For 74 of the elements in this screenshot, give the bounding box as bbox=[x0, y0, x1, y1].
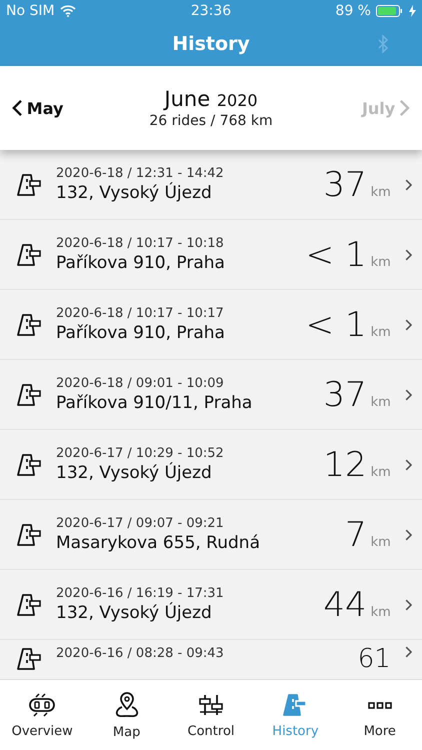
ride-distance: < 1 bbox=[306, 238, 367, 272]
tab-bar-item[interactable]: Map bbox=[84, 680, 169, 750]
ride-distance: 37 bbox=[323, 378, 367, 412]
ride-distance: < 1 bbox=[306, 308, 367, 342]
distance-unit: km bbox=[370, 324, 391, 340]
road-sign-icon bbox=[16, 242, 42, 268]
battery-icon bbox=[376, 5, 404, 17]
ride-distance: 61 bbox=[358, 646, 391, 672]
ride-time: 2020-6-18 / 10:17 - 10:17 bbox=[56, 306, 225, 321]
ride-row[interactable]: 2020-6-18 / 12:31 - 14:42 132, Vysoký Újezd 37 km bbox=[0, 150, 422, 220]
bluetooth-icon[interactable] bbox=[377, 34, 389, 54]
distance-unit: km bbox=[370, 184, 391, 200]
ride-place: Paříkova 910, Praha bbox=[56, 253, 226, 273]
ride-time: 2020-6-18 / 10:17 - 10:18 bbox=[56, 236, 225, 251]
ride-row[interactable]: 2020-6-18 / 10:17 - 10:18 Paříkova 910, Praha < 1 km bbox=[0, 220, 422, 290]
distance-unit: km bbox=[370, 394, 391, 410]
distance-unit: km bbox=[370, 254, 391, 270]
ride-distance: 7 bbox=[344, 518, 367, 552]
road-sign-icon bbox=[282, 692, 308, 718]
chevron-icon bbox=[404, 318, 412, 330]
chevron-icon bbox=[404, 178, 412, 190]
battery-percent: 89 % bbox=[335, 3, 371, 19]
chevron-icon bbox=[404, 646, 412, 658]
ride-distance: 37 bbox=[323, 168, 367, 202]
road-sign-icon bbox=[16, 452, 42, 478]
road-sign-icon bbox=[16, 312, 42, 338]
chevron-icon bbox=[404, 458, 412, 470]
charging-bolt-icon bbox=[408, 5, 416, 17]
ride-place: 132, Vysoký Újezd bbox=[56, 463, 213, 483]
ride-time: 2020-6-18 / 09:01 - 10:09 bbox=[56, 376, 225, 391]
ride-place: Masarykova 655, Rudná bbox=[56, 533, 261, 553]
ride-time: 2020-6-16 / 08:28 - 09:43 bbox=[56, 646, 225, 661]
distance-unit: km bbox=[370, 534, 391, 550]
ride-time: 2020-6-18 / 12:31 - 14:42 bbox=[56, 166, 225, 181]
ride-place: Paříkova 910/11, Praha bbox=[56, 393, 254, 413]
ride-row[interactable]: 2020-6-17 / 09:07 - 09:21 Masarykova 655, Rudná 7 km bbox=[0, 500, 422, 570]
chevron-icon bbox=[404, 598, 412, 610]
road-sign-icon bbox=[16, 646, 42, 672]
chevron-icon bbox=[399, 99, 410, 117]
ride-row[interactable]: 2020-6-16 / 16:19 - 17:31 132, Vysoký Újezd 44 km bbox=[0, 570, 422, 640]
chevron-icon bbox=[404, 388, 412, 400]
car-icon bbox=[27, 692, 58, 718]
carrier-label: No SIM bbox=[6, 3, 55, 19]
distance-unit: km bbox=[370, 464, 391, 480]
tab-bar-item[interactable]: Overview bbox=[0, 680, 84, 750]
ride-time: 2020-6-17 / 09:07 - 09:21 bbox=[56, 516, 225, 531]
ride-place: 132, Vysoký Újezd bbox=[56, 183, 213, 203]
chevron-icon bbox=[404, 528, 412, 540]
tab-bar-item[interactable]: More bbox=[338, 680, 422, 750]
ride-row[interactable]: 2020-6-17 / 10:29 - 10:52 132, Vysoký Újezd 12 km bbox=[0, 430, 422, 500]
ride-distance: 12 bbox=[323, 448, 367, 482]
road-sign-icon bbox=[16, 522, 42, 548]
ride-row[interactable]: 2020-6-18 / 09:01 - 10:09 Paříkova 910/11, Praha 37 km bbox=[0, 360, 422, 430]
month-title: June 2020 bbox=[164, 87, 258, 111]
map-pin-icon bbox=[114, 690, 140, 718]
distance-unit: km bbox=[370, 604, 391, 620]
chevron-icon bbox=[404, 248, 412, 260]
ride-place: 132, Vysoký Újezd bbox=[56, 603, 213, 623]
screen-title: History bbox=[172, 33, 250, 55]
wifi-icon bbox=[60, 5, 76, 17]
chevron-left-icon bbox=[12, 99, 23, 117]
ride-place: Paříkova 910, Praha bbox=[56, 323, 226, 343]
more-icon bbox=[368, 702, 392, 708]
road-sign-icon bbox=[16, 382, 42, 408]
ride-time: 2020-6-16 / 16:19 - 17:31 bbox=[56, 586, 225, 601]
ride-time: 2020-6-17 / 10:29 - 10:52 bbox=[56, 446, 225, 461]
ride-distance: 44 bbox=[323, 588, 367, 622]
clock: 23:36 bbox=[190, 3, 232, 19]
road-sign-icon bbox=[16, 172, 42, 198]
road-sign-icon bbox=[16, 592, 42, 618]
month-summary: 26 rides / 768 km bbox=[149, 113, 273, 129]
ride-row[interactable]: 2020-6-18 / 10:17 - 10:17 Paříkova 910, Praha < 1 km bbox=[0, 290, 422, 360]
previous-month-button[interactable]: May bbox=[12, 98, 92, 118]
tab-bar-item[interactable]: Control bbox=[168, 680, 254, 750]
